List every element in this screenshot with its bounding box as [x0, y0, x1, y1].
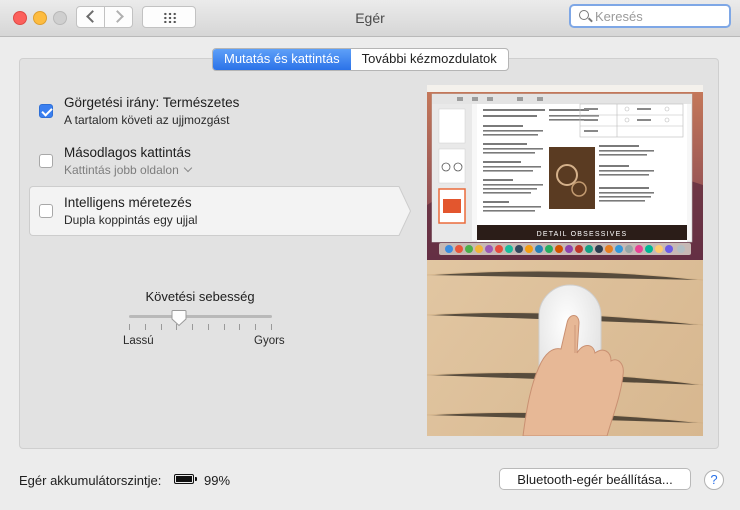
preview-illustration: DETAIL OBSESSIVES: [427, 85, 703, 436]
tracking-speed-knob[interactable]: [171, 309, 187, 327]
slider-max-label: Gyors: [254, 335, 285, 347]
option-title: Másodlagos kattintás: [64, 145, 191, 160]
slider-min-label: Lassú: [123, 335, 154, 347]
battery-icon: [174, 474, 197, 484]
option-subtitle: Kattintás jobb oldalon: [64, 163, 179, 177]
chevron-down-icon: [183, 163, 192, 173]
slider-tick: [161, 324, 162, 330]
slider-tick: [129, 324, 130, 330]
slider-tick: [271, 324, 272, 330]
title-bar: Egér: [0, 0, 740, 37]
tracking-speed-track[interactable]: [129, 315, 272, 318]
option-title: Görgetési irány: Természetes: [64, 95, 240, 110]
search-icon: [579, 10, 589, 20]
battery-fill: [176, 476, 192, 482]
gesture-preview-video: DETAIL OBSESSIVES: [427, 85, 703, 436]
slider-tick: [145, 324, 146, 330]
tracking-speed-ticks: [129, 324, 272, 330]
selection-pointer: [391, 186, 411, 236]
battery-percent: 99%: [204, 473, 231, 488]
tab-bar: Mutatás és kattintás További kézmozdulat…: [212, 48, 509, 71]
slider-tick: [192, 324, 193, 330]
battery-level-label: Egér akkumulátorszintje:: [19, 473, 162, 488]
slider-tick: [224, 324, 225, 330]
slider-tick: [239, 324, 240, 330]
search-field[interactable]: [569, 4, 731, 28]
scroll-direction-checkbox[interactable]: [39, 104, 53, 118]
bluetooth-mouse-setup-button[interactable]: Bluetooth-egér beállítása...: [499, 468, 691, 490]
selected-option-highlight: [29, 186, 391, 236]
option-title: Intelligens méretezés: [64, 195, 192, 210]
search-input[interactable]: [595, 7, 725, 25]
option-subtitle: A tartalom követi az ujjmozgást: [64, 113, 230, 127]
smart-zoom-checkbox[interactable]: [39, 204, 53, 218]
tab-point-and-click[interactable]: Mutatás és kattintás: [213, 49, 351, 70]
slider-tick: [208, 324, 209, 330]
secondary-click-checkbox[interactable]: [39, 154, 53, 168]
tracking-speed-label: Követési sebesség: [145, 289, 255, 304]
tab-more-gestures[interactable]: További kézmozdulatok: [351, 49, 508, 70]
option-subtitle: Dupla koppintás egy ujjal: [64, 213, 198, 227]
preview-banner-text: DETAIL OBSESSIVES: [537, 231, 628, 238]
help-button[interactable]: ?: [704, 470, 724, 490]
secondary-click-popup[interactable]: Kattintás jobb oldalon: [64, 163, 192, 177]
slider-tick: [255, 324, 256, 330]
